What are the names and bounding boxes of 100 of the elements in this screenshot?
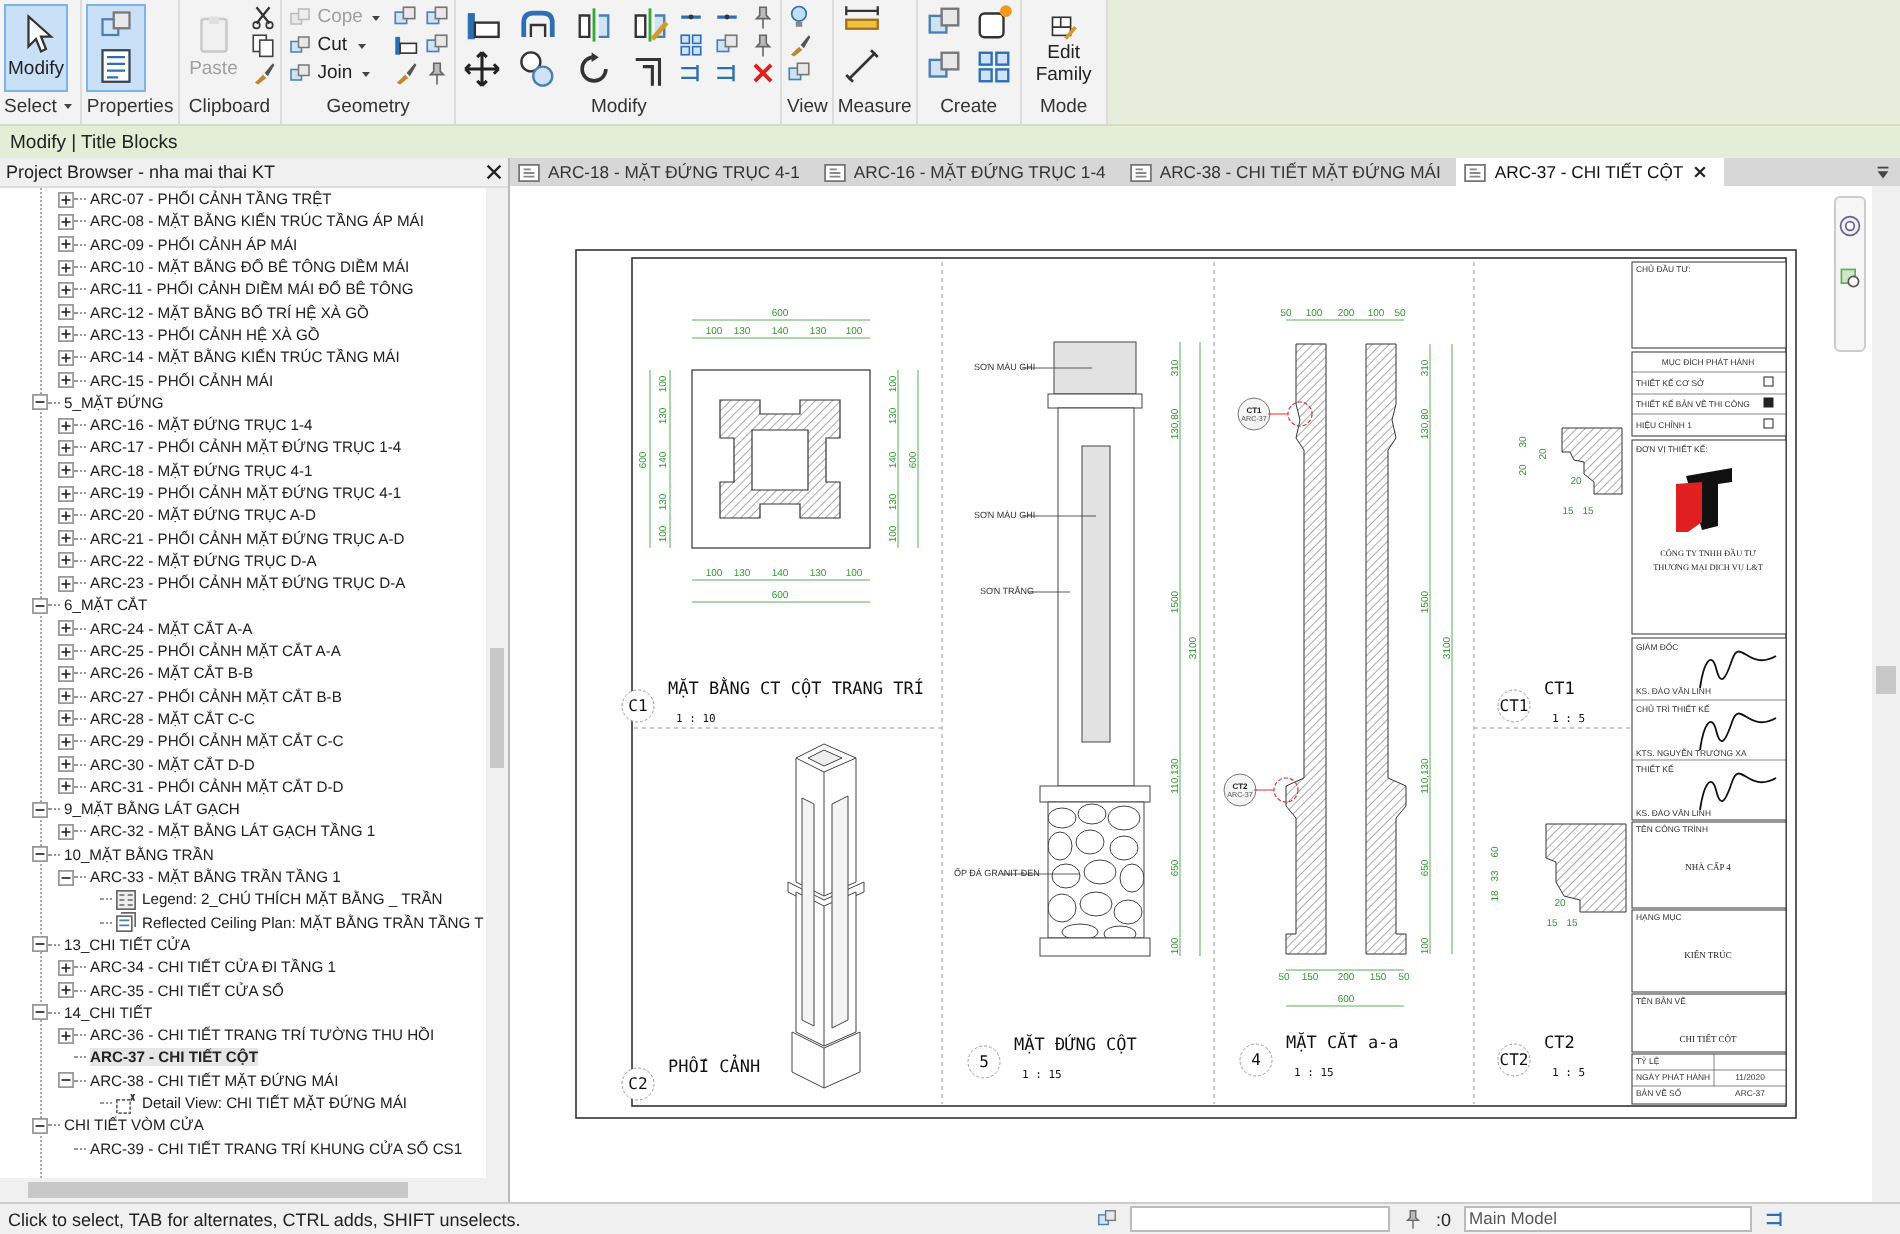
tab[interactable]: ARC-37 - CHI TIẾT CỘT: [1456, 158, 1724, 186]
blocks-icon[interactable]: [786, 60, 813, 86]
tab[interactable]: ARC-18 - MẶT ĐỨNG TRỤC 4-1: [510, 158, 816, 186]
sheet-icon: [1464, 163, 1487, 181]
panel-label: Measure: [837, 95, 912, 117]
dimension-line: [1285, 319, 1405, 321]
expand-icon[interactable]: [58, 1027, 74, 1044]
pin-icon[interactable]: [750, 4, 777, 30]
expand-icon[interactable]: [58, 959, 74, 976]
edit-family-button[interactable]: Edit Family: [1025, 4, 1102, 92]
expand-icon[interactable]: [58, 688, 74, 705]
move-icon[interactable]: [460, 50, 505, 88]
collapse-icon[interactable]: [32, 801, 48, 818]
expand-icon[interactable]: [58, 733, 74, 750]
expand-icon[interactable]: [58, 191, 74, 208]
view-title: CT1: [1544, 680, 1575, 700]
align-icon[interactable]: [392, 32, 419, 58]
model-dropdown[interactable]: Main Model: [1463, 1206, 1752, 1232]
expand-icon[interactable]: [58, 756, 74, 773]
dropdown-icon[interactable]: [1874, 163, 1892, 181]
panel-label: Modify: [590, 95, 647, 117]
geometry-button[interactable]: Join: [285, 60, 387, 86]
collapse-icon[interactable]: [58, 1072, 74, 1089]
blocks-icon: [287, 61, 312, 85]
view-number: 4: [1251, 1051, 1261, 1069]
expand-icon[interactable]: [58, 281, 74, 298]
properties-button[interactable]: [86, 4, 147, 92]
expand-icon[interactable]: [58, 823, 74, 840]
brush-icon[interactable]: [786, 32, 813, 58]
sheet-icon: [518, 163, 540, 181]
pin-icon[interactable]: [750, 32, 777, 58]
expand-icon[interactable]: [58, 259, 74, 276]
sheet-icon: [1129, 163, 1152, 181]
array-icon[interactable]: [678, 32, 705, 58]
pin-icon[interactable]: [424, 60, 451, 86]
copy-icon[interactable]: [249, 32, 276, 58]
expand-icon[interactable]: [58, 349, 74, 366]
panel-label: View: [786, 95, 828, 117]
expand-icon[interactable]: [58, 213, 74, 230]
scissors-icon[interactable]: [249, 4, 276, 30]
company-logo-icon: [1676, 468, 1732, 532]
steering-wheel-icon[interactable]: [1838, 214, 1862, 238]
collapse-icon[interactable]: [32, 394, 48, 411]
dimension-line: [1285, 969, 1405, 1007]
collapse-icon[interactable]: [32, 1004, 48, 1021]
expand-icon[interactable]: [58, 710, 74, 727]
view-number: C1: [628, 697, 648, 715]
panel-label: Geometry: [326, 95, 410, 117]
scrollbar[interactable]: [0, 1178, 508, 1202]
pin-icon[interactable]: [1402, 1208, 1424, 1230]
collapse-icon[interactable]: [32, 1117, 48, 1134]
panel-label: Select: [4, 95, 57, 117]
modify-button[interactable]: Modify: [4, 4, 68, 92]
expand-icon[interactable]: [58, 778, 74, 795]
expand-icon[interactable]: [58, 462, 74, 479]
brush-icon[interactable]: [392, 60, 419, 86]
expand-icon[interactable]: [58, 372, 74, 389]
blocks-icon[interactable]: [392, 4, 419, 30]
tab[interactable]: ARC-16 - MẶT ĐỨNG TRỤC 1-4: [815, 158, 1122, 186]
close-icon[interactable]: [1691, 164, 1708, 180]
expand-icon[interactable]: [58, 485, 74, 501]
delete-icon[interactable]: [750, 60, 777, 86]
zoom-icon[interactable]: [1838, 266, 1862, 290]
expand-icon[interactable]: [58, 326, 74, 343]
expand-icon[interactable]: [58, 507, 74, 524]
blocks-icon: [287, 33, 312, 57]
panel-label: Mode: [1039, 95, 1088, 117]
expand-icon[interactable]: [58, 575, 74, 592]
expand-icon[interactable]: [58, 643, 74, 660]
caret-icon[interactable]: [60, 98, 77, 114]
expand-icon[interactable]: [58, 417, 74, 434]
collapse-icon[interactable]: [32, 936, 48, 953]
expand-icon[interactable]: [58, 304, 74, 321]
collapse-icon[interactable]: [32, 846, 48, 863]
blocks-icon[interactable]: [424, 32, 451, 58]
dropdown-field[interactable]: [1130, 1206, 1390, 1232]
expand-icon[interactable]: [58, 236, 74, 253]
signature-drawing: [1699, 650, 1777, 689]
geometry-button[interactable]: Cut: [285, 32, 387, 58]
collapse-icon[interactable]: [58, 869, 74, 886]
expand-icon[interactable]: [58, 620, 74, 637]
callout-marker: [1223, 773, 1299, 807]
scrollbar[interactable]: [1872, 186, 1900, 1202]
tab[interactable]: ARC-38 - CHI TIẾT MẶT ĐỨNG MÁI: [1121, 158, 1457, 186]
blocks-icon[interactable]: [424, 4, 451, 30]
expand-icon[interactable]: [58, 439, 74, 456]
expand-icon[interactable]: [58, 530, 74, 547]
expand-icon[interactable]: [58, 982, 74, 999]
brush-icon[interactable]: [249, 60, 276, 86]
scrollbar[interactable]: [486, 188, 508, 1178]
status-text: Click to select, TAB for alternates, CTRL adds, SHIFT unselects.: [8, 1209, 523, 1229]
expand-icon[interactable]: [58, 665, 74, 682]
expand-icon[interactable]: [58, 552, 74, 569]
light-bulb-icon[interactable]: [786, 4, 813, 30]
leader-line: [1021, 367, 1093, 369]
signature-drawing: [1699, 772, 1777, 811]
panel-label: Properties: [86, 95, 174, 117]
close-icon[interactable]: [486, 164, 502, 180]
collapse-icon[interactable]: [32, 597, 48, 614]
view-marker: [1239, 1043, 1273, 1077]
